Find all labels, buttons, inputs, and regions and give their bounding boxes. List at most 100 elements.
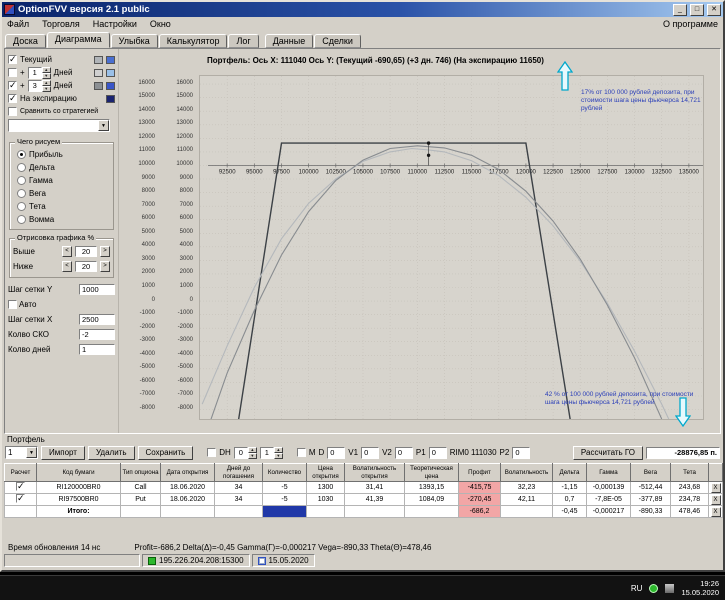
column-header-9[interactable]: Теоретическая цена xyxy=(405,464,459,482)
grid-y-input[interactable] xyxy=(79,284,115,295)
plus1-days-stepper[interactable]: 1▲▼ xyxy=(28,67,51,79)
table-cell: 18.06.2020 xyxy=(161,482,215,494)
auto-checkbox[interactable] xyxy=(8,300,17,309)
above-increase-button[interactable]: > xyxy=(100,246,110,257)
row-delete-button[interactable]: X xyxy=(711,507,721,517)
column-header-10[interactable]: Профит xyxy=(459,464,501,482)
param-label-V2: V2 xyxy=(382,448,392,457)
calc-margin-button[interactable]: Рассчитать ГО xyxy=(573,446,643,460)
table-cell xyxy=(501,506,553,518)
y-axis-label: -7000 xyxy=(178,391,193,397)
column-header-12[interactable]: Дельта xyxy=(553,464,587,482)
radio-1[interactable] xyxy=(17,150,26,159)
below-increase-button[interactable]: > xyxy=(100,261,110,272)
param-value-D[interactable]: 0 xyxy=(327,447,345,459)
days-count-input[interactable] xyxy=(79,344,115,355)
update-time-status: Время обновления 14 нс xyxy=(8,543,100,552)
save-button[interactable]: Сохранить xyxy=(138,446,194,460)
radio-6[interactable] xyxy=(17,215,26,224)
param-value-V2[interactable]: 0 xyxy=(395,447,413,459)
row-calc-checkbox[interactable] xyxy=(16,482,25,491)
plus3-days-stepper[interactable]: 3▲▼ xyxy=(28,80,51,92)
tab-7[interactable]: Сделки xyxy=(314,34,361,48)
tab-5[interactable]: Лог xyxy=(228,34,258,48)
column-header-1[interactable]: Расчет xyxy=(5,464,37,482)
language-indicator[interactable]: RU xyxy=(631,584,643,593)
column-header-7[interactable]: Цена открытия xyxy=(307,464,345,482)
system-tray: RU 19:26 15.05.2020 xyxy=(631,579,725,598)
column-header-13[interactable]: Гамма xyxy=(587,464,631,482)
param-value-P1[interactable]: 0 xyxy=(429,447,447,459)
tab-4[interactable]: Калькулятор xyxy=(159,34,228,48)
plus-sign: + xyxy=(20,68,25,77)
grid-y-row: Шаг сетки Y xyxy=(8,282,115,297)
dh-stepper-2[interactable]: 1▲▼ xyxy=(260,447,283,459)
column-header-5[interactable]: Дней до погашения xyxy=(215,464,263,482)
param-label-D: D xyxy=(319,448,325,457)
tab-1[interactable]: Доска xyxy=(5,34,46,48)
tray-connection-icon[interactable] xyxy=(649,584,658,593)
plus3-checkbox[interactable] xyxy=(8,81,17,90)
taskbar[interactable]: RU 19:26 15.05.2020 xyxy=(0,575,725,600)
dh-checkbox[interactable] xyxy=(207,448,216,457)
table-row: RI120000BR0Call18.06.202034-5130031,4113… xyxy=(5,482,723,494)
portfolio-selector[interactable]: 1▼ xyxy=(5,446,38,459)
deposit-down-arrow-icon xyxy=(675,397,691,427)
strategy-select[interactable]: ▼ xyxy=(8,119,110,132)
tab-6[interactable]: Данные xyxy=(265,34,314,48)
above-decrease-button[interactable]: < xyxy=(62,246,72,257)
compare-strategy-checkbox[interactable] xyxy=(8,107,17,116)
column-header-3[interactable]: Тип опциона xyxy=(121,464,161,482)
compare-strategy-row: Сравнить со стратегией xyxy=(8,105,115,118)
column-header-11[interactable]: Волатильность xyxy=(501,464,553,482)
menu-item-3[interactable]: Настройки xyxy=(93,19,137,29)
m-checkbox[interactable] xyxy=(297,448,306,457)
svg-text:97500: 97500 xyxy=(273,170,290,176)
draw-option-row: Гамма xyxy=(13,174,110,187)
plus1-checkbox[interactable] xyxy=(8,68,17,77)
table-cell: 1084,09 xyxy=(405,494,459,506)
connection-panel: 195.226.204.208:15300 xyxy=(142,554,250,567)
table-cell: -5 xyxy=(263,482,307,494)
menu-item-1[interactable]: Файл xyxy=(7,19,29,29)
menu-item-2[interactable]: Торговля xyxy=(42,19,80,29)
row-delete-button[interactable]: X xyxy=(711,483,721,493)
below-decrease-button[interactable]: < xyxy=(62,261,72,272)
draw-option-label: Дельта xyxy=(29,163,55,172)
menu-item-about[interactable]: О программе xyxy=(663,19,718,29)
column-header-14[interactable]: Вега xyxy=(631,464,671,482)
grid-x-input[interactable] xyxy=(79,314,115,325)
dh-stepper-1[interactable]: 0▲▼ xyxy=(234,447,257,459)
minimize-button[interactable]: _ xyxy=(673,4,687,16)
radio-5[interactable] xyxy=(17,202,26,211)
radio-4[interactable] xyxy=(17,189,26,198)
row-calc-checkbox[interactable] xyxy=(16,494,25,503)
close-button[interactable]: ✕ xyxy=(707,4,721,16)
tab-2[interactable]: Диаграмма xyxy=(47,32,110,48)
svg-text:132500: 132500 xyxy=(652,170,673,176)
column-header-16[interactable] xyxy=(709,464,723,482)
sko-input[interactable] xyxy=(79,329,115,340)
taskbar-clock[interactable]: 19:26 15.05.2020 xyxy=(681,579,719,598)
column-header-2[interactable]: Код бумаги xyxy=(37,464,121,482)
expiration-checkbox[interactable] xyxy=(8,94,17,103)
radio-2[interactable] xyxy=(17,163,26,172)
payoff-plot[interactable]: 9250095000975001000001025001050001075001… xyxy=(199,75,704,420)
column-header-4[interactable]: Дата открытия xyxy=(161,464,215,482)
column-header-15[interactable]: Тета xyxy=(671,464,709,482)
p2-value[interactable]: 0 xyxy=(512,447,530,459)
svg-text:120000: 120000 xyxy=(516,170,537,176)
tray-app-icon[interactable] xyxy=(665,584,674,593)
maximize-button[interactable]: □ xyxy=(690,4,704,16)
tab-3[interactable]: Улыбка xyxy=(111,34,158,48)
y-axis-label: 1000 xyxy=(180,283,193,289)
column-header-6[interactable]: Количество xyxy=(263,464,307,482)
import-button[interactable]: Импорт xyxy=(41,446,85,460)
row-delete-button[interactable]: X xyxy=(711,495,721,505)
param-value-V1[interactable]: 0 xyxy=(361,447,379,459)
column-header-8[interactable]: Волатильность открытия xyxy=(345,464,405,482)
delete-button[interactable]: Удалить xyxy=(88,446,135,460)
current-checkbox[interactable] xyxy=(8,55,17,64)
menu-item-4[interactable]: Окно xyxy=(150,19,171,29)
radio-3[interactable] xyxy=(17,176,26,185)
